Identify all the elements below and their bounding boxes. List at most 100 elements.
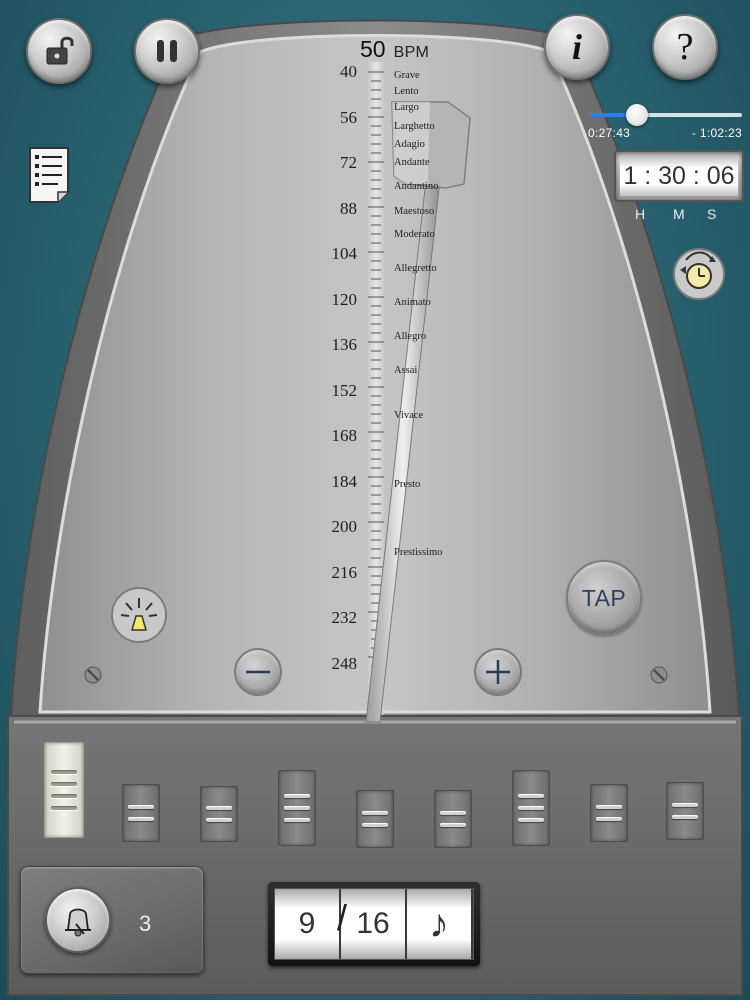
beat-level-bar <box>284 818 310 822</box>
time-signature-picker[interactable]: 9 16 ♪ / <box>268 882 480 966</box>
beat-level-bar <box>51 806 77 810</box>
beat-level-bar <box>518 806 544 810</box>
alarm-clock-icon[interactable] <box>670 244 728 300</box>
beat-2[interactable] <box>122 784 160 842</box>
beat-level-bar <box>440 823 466 827</box>
lock-button[interactable] <box>26 18 92 84</box>
beat-level-bar <box>128 817 154 821</box>
scale-number: 152 <box>331 381 358 400</box>
timer-display[interactable]: 1 : 30 : 06 <box>614 150 744 202</box>
beat-4[interactable] <box>278 770 316 846</box>
bpm-readout: 50 BPM <box>360 36 429 63</box>
beat-level-bar <box>362 823 388 827</box>
beat-level-bar <box>51 770 77 774</box>
scale-number: 184 <box>331 472 358 491</box>
beat-level-bar <box>596 817 622 821</box>
tempo-name: Prestissimo <box>394 547 443 558</box>
scale-number: 232 <box>331 608 358 627</box>
info-icon: i <box>571 27 582 67</box>
tempo-name: Moderato <box>394 229 435 240</box>
help-icon: ? <box>676 26 694 68</box>
timer-unit-minutes: M <box>673 206 685 222</box>
scale-number: 120 <box>331 290 358 309</box>
beat-level-bar <box>206 806 232 810</box>
flash-light-button[interactable] <box>110 586 168 644</box>
tempo-name: Andante <box>394 157 430 168</box>
sound-select-button[interactable] <box>45 887 111 953</box>
beat-level-bar <box>672 803 698 807</box>
tempo-name: Largo <box>394 102 419 113</box>
unlock-icon <box>46 36 74 65</box>
slider-thumb[interactable] <box>626 104 649 126</box>
beat-level-bar <box>128 805 154 809</box>
scale-number: 72 <box>340 153 357 172</box>
beat-3[interactable] <box>200 786 238 842</box>
sound-panel: 3 <box>20 866 204 974</box>
scale-number: 104 <box>331 244 358 263</box>
remaining-time: - 1:02:23 <box>691 126 742 140</box>
timer-unit-seconds: S <box>707 206 717 222</box>
plus-icon <box>486 660 510 684</box>
tempo-name: Allegretto <box>394 263 437 274</box>
beat-level-bar <box>518 794 544 798</box>
sound-count: 3 <box>139 911 152 936</box>
eighth-note-icon: ♪ <box>429 901 449 946</box>
beat-level-bar <box>672 815 698 819</box>
bpm-value: 50 <box>360 36 386 62</box>
timer-minutes[interactable]: 30 <box>658 162 686 191</box>
tempo-name: Grave <box>394 70 420 81</box>
minus-icon <box>246 670 270 674</box>
beat-level-bar <box>51 782 77 786</box>
beat-level-bar <box>51 794 77 798</box>
decrease-tempo-button[interactable] <box>234 648 282 696</box>
beat-level-bar <box>518 818 544 822</box>
tap-tempo-button[interactable]: TAP <box>566 560 642 636</box>
tempo-name: Maestoso <box>394 206 435 217</box>
note-value[interactable]: ♪ <box>407 889 473 959</box>
time-signature-denominator[interactable]: 16 <box>341 889 407 959</box>
scale-number: 88 <box>340 199 357 218</box>
playlist-document-icon[interactable] <box>28 146 72 204</box>
scale-number: 56 <box>340 108 357 127</box>
beat-7[interactable] <box>512 770 550 846</box>
beat-level-bar <box>206 818 232 822</box>
beat-level-bar <box>362 811 388 815</box>
scale-number: 40 <box>340 62 357 81</box>
beat-8[interactable] <box>590 784 628 842</box>
tempo-name: Adagio <box>394 139 425 150</box>
tempo-name: Assai <box>394 365 418 376</box>
beat-level-bar <box>284 794 310 798</box>
elapsed-time: 0:27:43 <box>588 126 631 140</box>
tempo-name: Allegro <box>394 331 427 342</box>
scale-number: 136 <box>331 335 358 354</box>
beat-level-bar <box>596 805 622 809</box>
screw-right <box>650 666 668 684</box>
help-button[interactable]: ? <box>652 14 718 80</box>
bpm-unit: BPM <box>393 44 430 61</box>
tempo-name: Andantino <box>394 181 439 192</box>
screw-left <box>84 666 102 684</box>
timer-hours[interactable]: 1 <box>623 162 637 191</box>
beat-level-bar <box>440 811 466 815</box>
time-signature-numerator[interactable]: 9 <box>275 889 341 959</box>
tempo-name: Larghetto <box>394 121 435 132</box>
beat-5[interactable] <box>356 790 394 848</box>
session-time-slider[interactable] <box>590 104 742 126</box>
pause-button[interactable] <box>134 18 200 84</box>
beat-9[interactable] <box>666 782 704 840</box>
beat-1[interactable] <box>44 742 84 838</box>
scale-number: 248 <box>331 654 358 673</box>
increase-tempo-button[interactable] <box>474 648 522 696</box>
info-button[interactable]: i <box>544 14 610 80</box>
tempo-name: Vivace <box>394 410 424 421</box>
beat-6[interactable] <box>434 790 472 848</box>
scale-number: 168 <box>331 426 358 445</box>
tempo-name: Animato <box>394 297 431 308</box>
scale-number: 200 <box>331 517 358 536</box>
timer-unit-hours: H <box>635 206 646 222</box>
beat-level-bar <box>284 806 310 810</box>
scale-number: 216 <box>331 563 358 582</box>
timer-seconds[interactable]: 06 <box>707 162 735 191</box>
bell-icon <box>65 908 91 937</box>
tempo-name: Presto <box>394 479 421 490</box>
